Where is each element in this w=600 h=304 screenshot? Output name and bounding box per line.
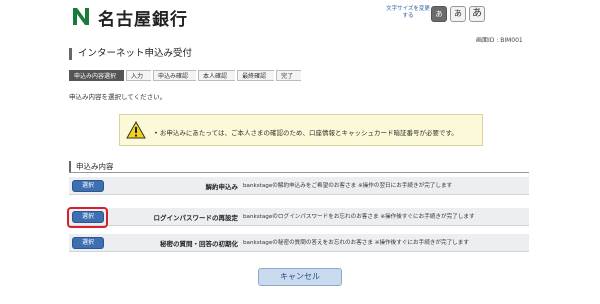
page-title: インターネット申込み受付 [69, 48, 192, 60]
section-divider [69, 172, 529, 173]
option-row-password-reset: 選択 ログインパスワードの再設定 bankstageのログインパスワードをお忘れ… [69, 208, 529, 226]
bank-name: 名古屋銀行 [98, 10, 188, 30]
step-input: 入力 [126, 70, 152, 81]
option-row-secret-question-reset: 選択 秘密の質問・回答の初期化 bankstageの秘密の質問の答えをお忘れのお… [69, 234, 529, 252]
font-size-medium-button[interactable]: あ [450, 6, 466, 22]
font-size-large-button[interactable]: あ [469, 6, 485, 22]
bank-logo-icon [70, 5, 92, 27]
notice-box: • お申込みにあたっては、ご本人さまの確認のため、口座情報とキャッシュカード暗証… [119, 114, 483, 146]
step-select: 申込み内容選択 [69, 70, 125, 81]
screen-id: 画面ID : BIM001 [476, 37, 523, 44]
warning-icon [126, 121, 146, 139]
cancel-button[interactable]: キャンセル [258, 268, 342, 286]
option-desc: bankstageの解約申込みをご希望のお客さま ※操作の翌日にお手続きが完了し… [243, 183, 453, 189]
step-final: 最終確認 [237, 70, 275, 81]
option-desc: bankstageのログインパスワードをお忘れのお客さま ※操作後すぐにお手続き… [243, 214, 475, 220]
option-title: 解約申込み [205, 183, 239, 191]
option-title: 秘密の質問・回答の初期化 [160, 240, 238, 248]
instruction-text: 申込み内容を選択してください。 [69, 93, 167, 101]
step-confirm: 申込み確認 [153, 70, 197, 81]
select-button-cancel-contract[interactable]: 選択 [72, 180, 104, 192]
header: 名古屋銀行 文字サイズを変更する あ あ あ [0, 0, 600, 33]
section-title: 申込み内容 [69, 161, 114, 172]
font-size-small-button[interactable]: あ [431, 6, 447, 22]
notice-text: • お申込みにあたっては、ご本人さまの確認のため、口座情報とキャッシュカード暗証… [154, 129, 458, 137]
font-size-label: 文字サイズを変更する [386, 6, 430, 19]
option-title: ログインパスワードの再設定 [153, 214, 239, 222]
option-row-cancel-contract: 選択 解約申込み bankstageの解約申込みをご希望のお客さま ※操作の翌日… [69, 177, 529, 195]
highlight-box [67, 207, 108, 228]
step-identity: 本人確認 [198, 70, 236, 81]
option-desc: bankstageの秘密の質問の答えをお忘れのお客さま ※操作後すぐにお手続きが… [243, 240, 469, 246]
select-button-secret-question-reset[interactable]: 選択 [72, 237, 104, 249]
step-complete: 完了 [276, 70, 302, 81]
progress-steps: 申込み内容選択 入力 申込み確認 本人確認 最終確認 完了 [69, 70, 303, 81]
